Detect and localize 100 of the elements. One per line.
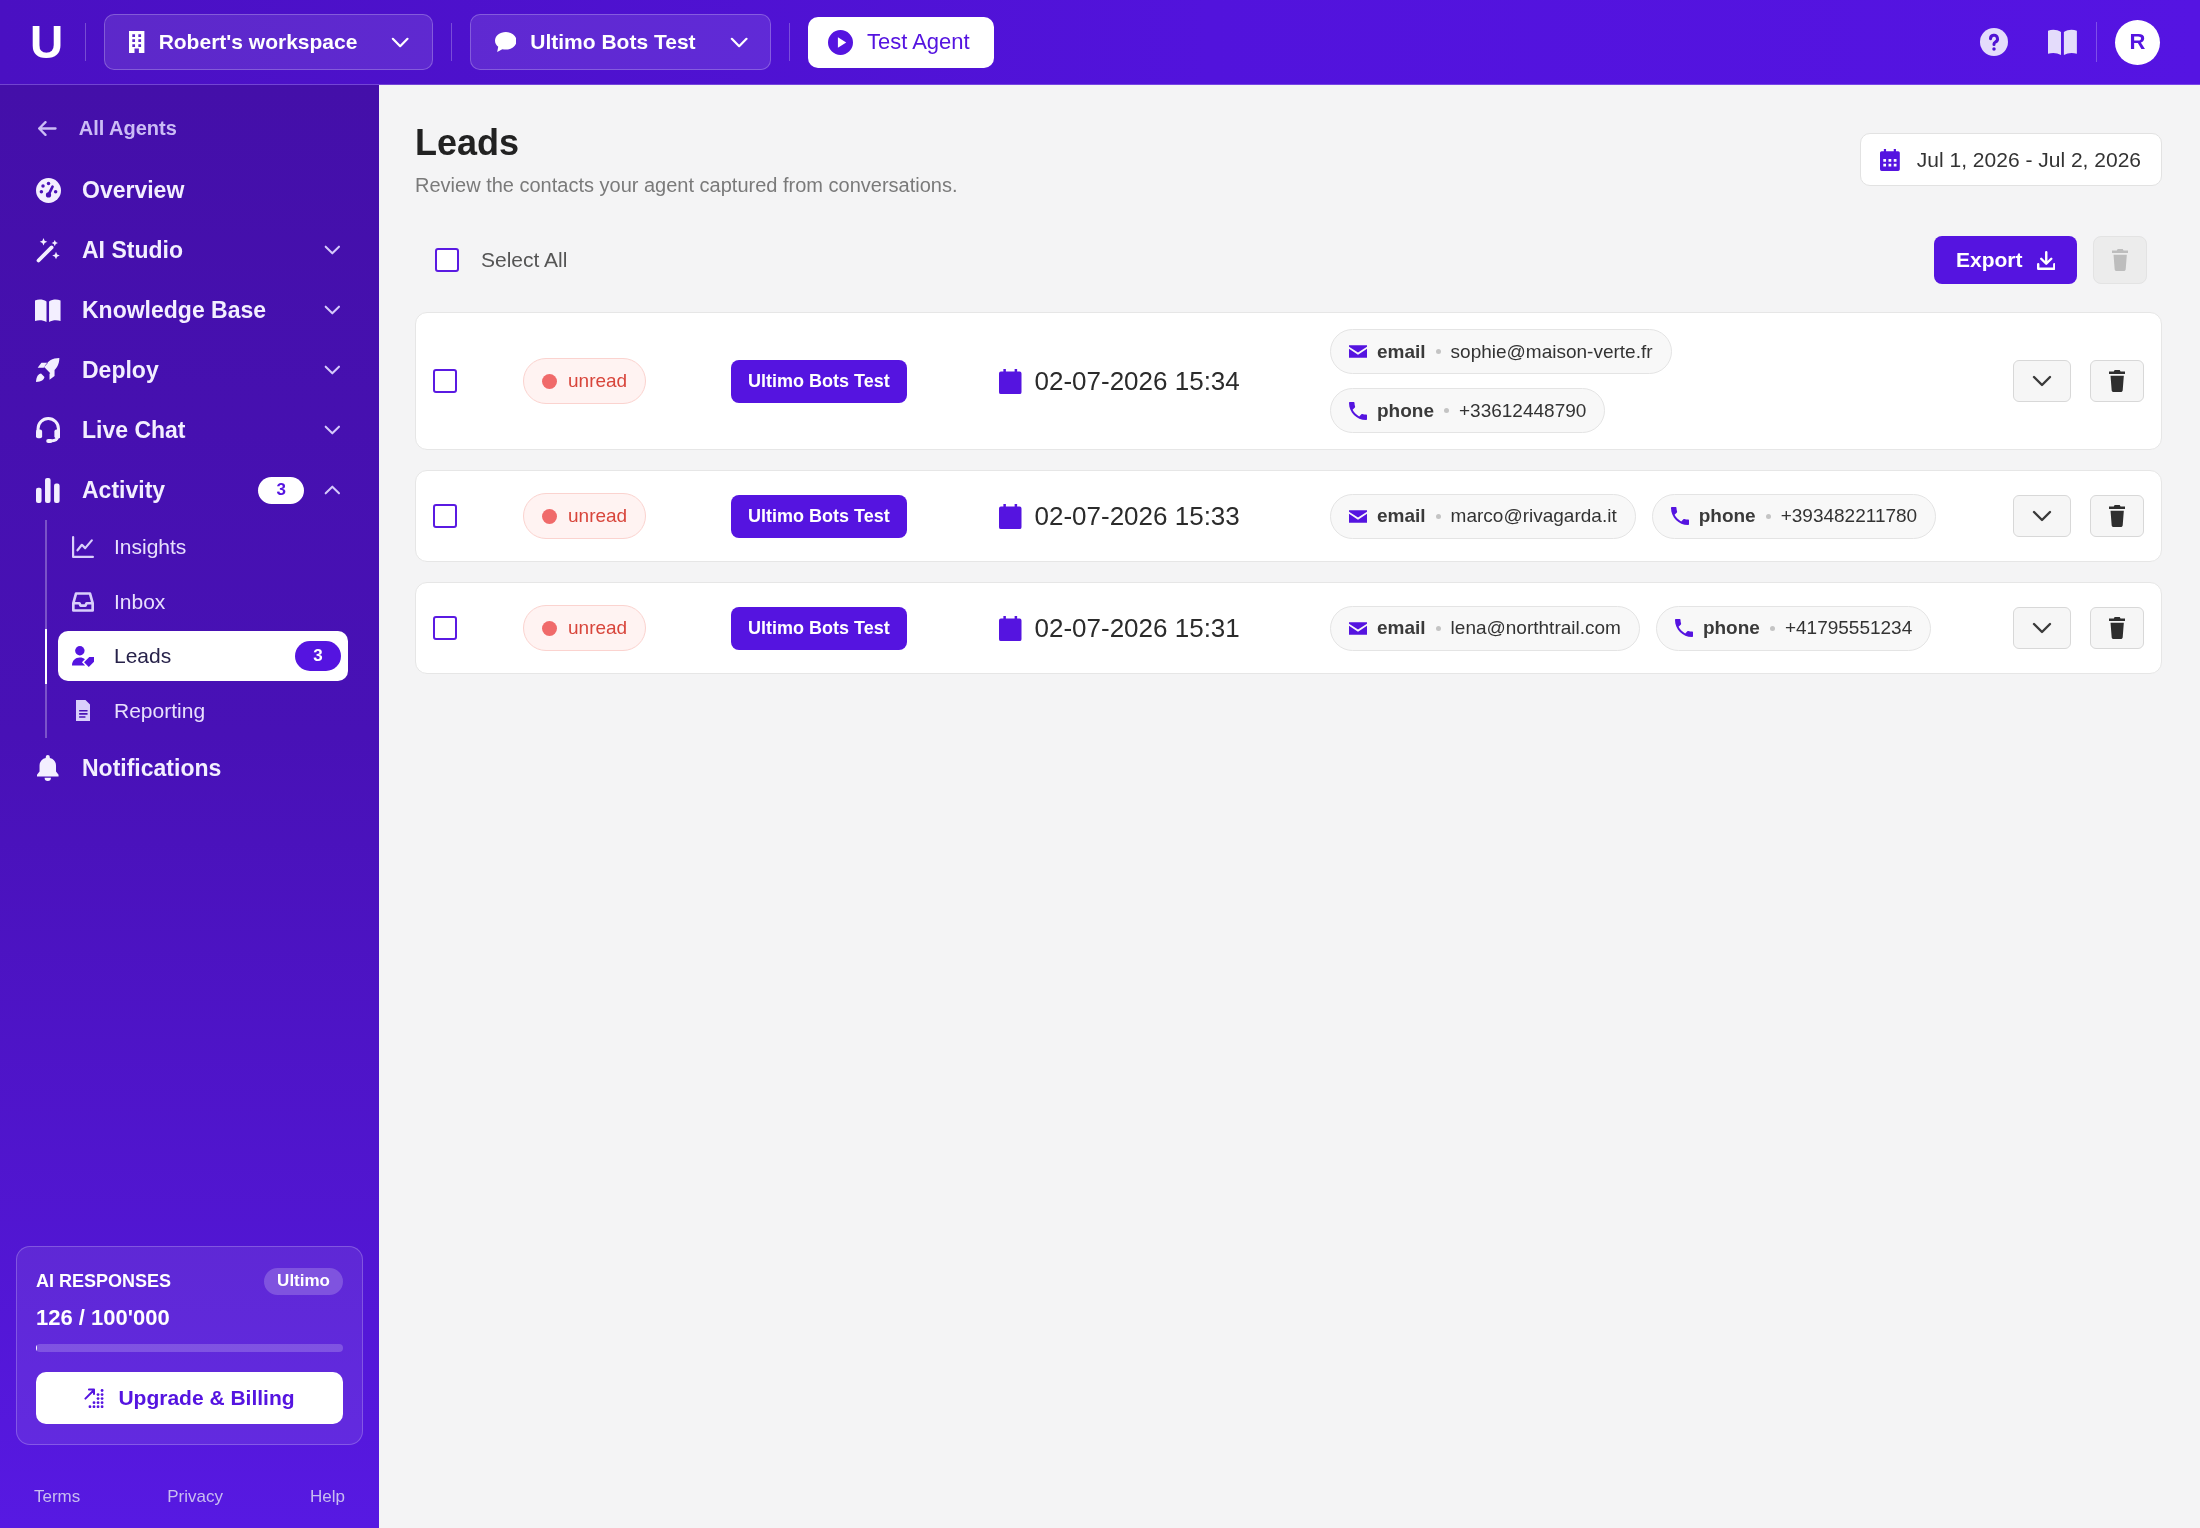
contact-value: lena@northtrail.com xyxy=(1450,617,1621,639)
line-chart-icon xyxy=(72,536,94,559)
separator-dot-icon xyxy=(1765,513,1771,519)
lead-date: 02-07-2026 15:34 xyxy=(1034,365,1240,397)
chevron-down-icon xyxy=(391,36,410,48)
user-avatar[interactable]: R xyxy=(2115,19,2160,65)
magic-wand-icon xyxy=(35,237,61,263)
trash-icon xyxy=(2108,505,2126,527)
footer-link[interactable]: Terms xyxy=(34,1487,81,1507)
arrow-left-icon xyxy=(38,120,57,136)
separator-dot-icon xyxy=(1769,625,1775,631)
contact-label: email xyxy=(1377,340,1426,363)
chevron-down-icon xyxy=(729,36,748,48)
back-link[interactable]: All Agents xyxy=(0,107,187,149)
contact-value: +33612448790 xyxy=(1459,399,1587,422)
growth-chart-icon xyxy=(84,1388,105,1408)
trash-icon xyxy=(2111,249,2129,271)
delete-button[interactable] xyxy=(2090,360,2144,402)
agent-tag: Ultimo Bots Test xyxy=(731,359,907,403)
nav-subitem[interactable]: Leads 3 xyxy=(58,631,348,682)
separator-dot-icon xyxy=(1435,625,1441,631)
separator-dot-icon xyxy=(1435,349,1441,354)
envelope-icon xyxy=(1349,509,1367,523)
logo[interactable]: U xyxy=(30,19,64,65)
status-dot-icon xyxy=(542,620,557,636)
select-all-checkbox[interactable] xyxy=(435,248,459,272)
status-dot-icon xyxy=(542,508,557,524)
calendar-icon xyxy=(1880,148,1900,171)
upgrade-button[interactable]: Upgrade & Billing xyxy=(36,1372,343,1424)
contact-label: phone xyxy=(1698,505,1756,527)
calendar-icon xyxy=(999,615,1022,641)
row-checkbox[interactable] xyxy=(433,369,457,393)
book-icon xyxy=(35,298,61,322)
page-subtitle: Review the contacts your agent captured from conversations. xyxy=(415,173,958,198)
usage-count: 126 / 100'000 xyxy=(36,1304,171,1332)
contact-label: email xyxy=(1377,505,1426,527)
expand-button[interactable] xyxy=(2013,607,2071,649)
phone-icon xyxy=(1349,401,1367,420)
status-dot-icon xyxy=(542,373,557,389)
agent-tag: Ultimo Bots Test xyxy=(731,494,907,538)
rocket-icon xyxy=(36,358,60,382)
nav-item[interactable]: AI Studio xyxy=(0,220,379,280)
inbox-tray-icon xyxy=(72,591,94,612)
book-icon xyxy=(2048,29,2077,55)
agent-tag: Ultimo Bots Test xyxy=(731,606,907,650)
nav-item[interactable]: Live Chat xyxy=(0,400,379,460)
nav-subitem[interactable]: Insights xyxy=(58,522,348,573)
help-icon xyxy=(1980,28,2009,56)
select-all-label[interactable]: Select All xyxy=(481,248,568,272)
test-agent-button[interactable]: Test Agent xyxy=(807,16,994,68)
delete-button[interactable] xyxy=(2090,495,2144,537)
contact-label: email xyxy=(1377,617,1426,639)
usage-title: AI RESPONSES xyxy=(36,1270,172,1292)
status-text: unread xyxy=(568,505,628,527)
nav-item[interactable]: Activity 3 xyxy=(0,460,379,520)
contact-label: phone xyxy=(1702,617,1760,639)
export-button[interactable]: Export xyxy=(1934,236,2077,284)
bell-icon xyxy=(37,755,59,781)
envelope-icon xyxy=(1349,345,1367,358)
delete-button[interactable] xyxy=(2090,607,2144,649)
building-icon xyxy=(129,31,145,53)
contact-value: marco@rivagarda.it xyxy=(1450,505,1617,527)
agent-dropdown[interactable]: Ultimo Bots Test xyxy=(469,14,771,70)
nav-subitem[interactable]: Inbox xyxy=(58,576,348,627)
footer-link[interactable]: Help xyxy=(310,1487,345,1507)
trash-icon xyxy=(2108,617,2126,639)
calendar-icon xyxy=(999,503,1022,529)
row-checkbox[interactable] xyxy=(433,616,457,640)
user-tag-icon xyxy=(72,645,94,667)
status-text: unread xyxy=(568,617,628,639)
nav-item[interactable]: Knowledge Base xyxy=(0,280,379,340)
phone-icon xyxy=(1670,507,1689,525)
trash-icon xyxy=(2108,370,2126,392)
footer-link[interactable]: Privacy xyxy=(167,1487,223,1507)
nav-item[interactable]: Deploy xyxy=(0,340,379,400)
plan-badge: Ultimo xyxy=(264,1267,343,1295)
play-icon xyxy=(827,29,853,55)
nav-subitem[interactable]: Reporting xyxy=(58,685,348,736)
nav-item[interactable]: Notifications xyxy=(0,738,379,798)
workspace-dropdown[interactable]: Robert's workspace xyxy=(104,14,433,70)
status-text: unread xyxy=(568,370,628,392)
date-range-button[interactable]: Jul 1, 2026 - Jul 2, 2026 xyxy=(1860,133,2162,186)
lead-date: 02-07-2026 15:33 xyxy=(1034,500,1240,532)
separator-dot-icon xyxy=(1444,408,1449,413)
row-checkbox[interactable] xyxy=(433,504,457,528)
expand-button[interactable] xyxy=(2013,495,2071,537)
calendar-icon xyxy=(999,368,1022,394)
count-badge: 3 xyxy=(295,641,341,672)
envelope-icon xyxy=(1349,621,1367,635)
lead-date: 02-07-2026 15:31 xyxy=(1034,612,1240,644)
contact-value: +41795551234 xyxy=(1784,617,1913,639)
nav-item[interactable]: Overview xyxy=(0,160,379,220)
contact-value: sophie@maison-verte.fr xyxy=(1450,340,1653,363)
contact-label: phone xyxy=(1377,399,1434,422)
chat-bubble-icon xyxy=(494,32,517,52)
page-title: Leads xyxy=(415,121,521,165)
separator-dot-icon xyxy=(1435,513,1441,519)
count-badge: 3 xyxy=(258,476,305,504)
download-icon xyxy=(2036,250,2055,270)
expand-button[interactable] xyxy=(2013,360,2071,402)
